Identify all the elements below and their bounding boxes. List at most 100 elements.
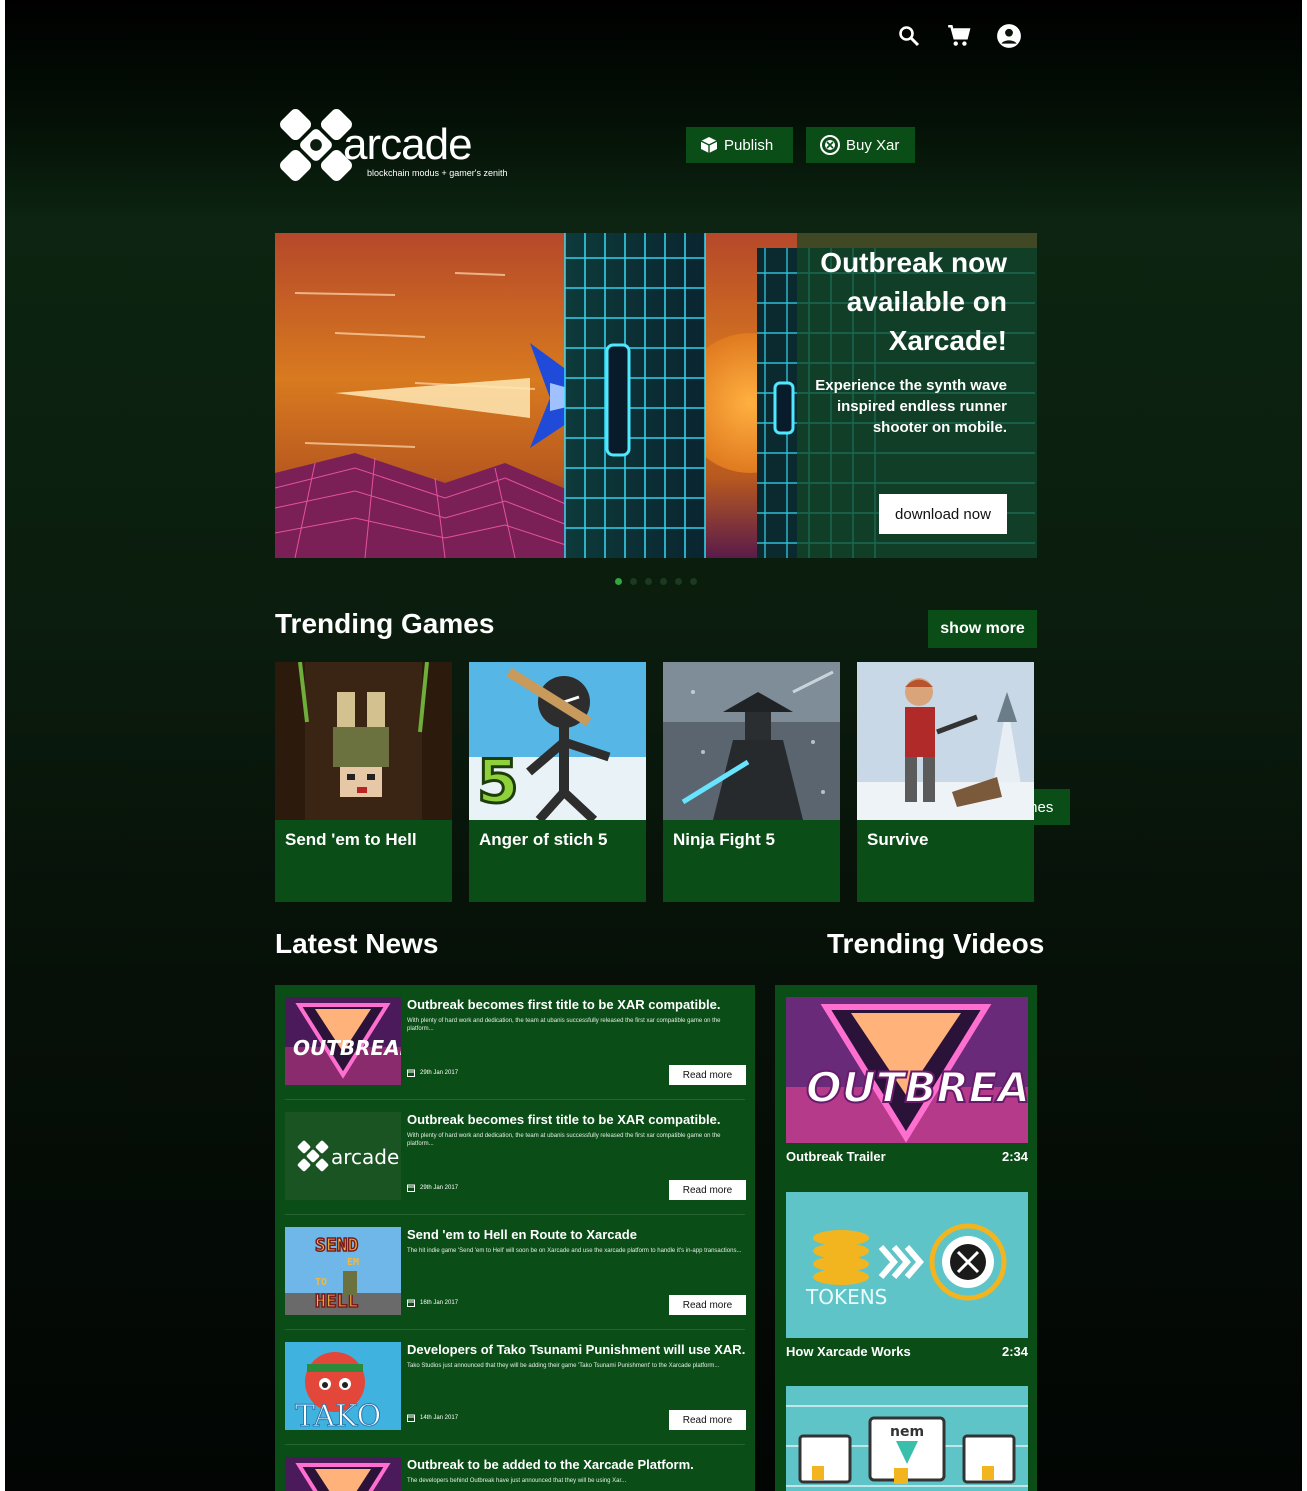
game-card[interactable]: Ninja Fight 5 xyxy=(663,662,840,902)
game-thumbnail xyxy=(857,662,1034,820)
news-date: 14th Jan 2017 xyxy=(407,1414,458,1422)
video-thumbnail[interactable]: TOKENS xyxy=(786,1192,1028,1338)
main-nav: Games Publish Buy Xar xyxy=(686,127,1070,825)
game-title: Send 'em to Hell xyxy=(285,830,417,849)
page-border-left xyxy=(0,0,5,1491)
video-duration: 2:34 xyxy=(1001,1344,1028,1359)
news-thumbnail: TAKO xyxy=(285,1342,401,1430)
news-headline: Outbreak to be added to the Xarcade Plat… xyxy=(407,1457,694,1472)
news-date: 16th Jan 2017 xyxy=(407,1299,458,1307)
news-item[interactable]: OUTBREAK Outbreak becomes first title to… xyxy=(275,985,755,1100)
news-item[interactable]: SEND EM TO HELL Send 'em to Hell en Rout… xyxy=(275,1215,755,1330)
news-thumbnail: OUTBREAK xyxy=(285,997,401,1085)
news-headline: Developers of Tako Tsunami Punishment wi… xyxy=(407,1342,746,1357)
video-duration: 2:34 xyxy=(1001,1149,1028,1164)
game-title: Anger of stich 5 xyxy=(479,830,608,849)
cart-icon[interactable] xyxy=(945,22,973,50)
download-now-button[interactable]: download now xyxy=(879,494,1007,534)
game-title: Survive xyxy=(867,830,929,849)
video-thumb-text: nem xyxy=(890,1424,924,1440)
hero-banner[interactable]: Outbreak now available on Xarcade! Exper… xyxy=(275,233,1037,558)
game-thumbnail xyxy=(275,662,452,820)
xarcade-logo-text: arcade xyxy=(331,1145,399,1169)
nav-publish-label: Publish xyxy=(724,136,774,154)
video-item[interactable]: nem xyxy=(786,1386,1028,1491)
trending-videos-heading: Trending Videos xyxy=(827,928,1045,959)
news-date-text: 14th Jan 2017 xyxy=(420,1415,459,1421)
calendar-icon xyxy=(407,1299,415,1307)
coin-icon xyxy=(820,135,840,155)
game-card[interactable]: Send 'em to Hell xyxy=(275,662,452,902)
video-thumb-text: TOKENS xyxy=(805,1285,887,1309)
video-title: How Xarcade Works xyxy=(786,1344,911,1359)
news-headline: Outbreak becomes first title to be XAR c… xyxy=(407,1112,721,1127)
tako-logo-text: TAKO xyxy=(295,1399,381,1430)
video-item[interactable]: TOKENS How Xarcade Works 2:34 xyxy=(786,1192,1028,1359)
game-thumbnail: 5 xyxy=(469,662,646,820)
news-date-text: 29th Jan 2017 xyxy=(420,1070,459,1076)
cube-icon xyxy=(700,137,718,153)
trending-games-grid: Send 'em to Hell 5 Anger of stich 5 Ninj… xyxy=(275,662,1034,902)
read-more-button[interactable]: Read more xyxy=(669,1410,746,1430)
video-thumbnail[interactable]: nem xyxy=(786,1386,1028,1491)
to-logo-text: TO xyxy=(315,1277,327,1288)
news-item[interactable]: TAKO Developers of Tako Tsunami Punishme… xyxy=(275,1330,755,1445)
read-more-button[interactable]: Read more xyxy=(669,1065,746,1085)
calendar-icon xyxy=(407,1069,415,1077)
show-more-button[interactable]: show more xyxy=(928,610,1037,648)
video-item[interactable]: OUTBREAK Outbreak Trailer 2:34 xyxy=(786,997,1028,1164)
carousel-dot[interactable] xyxy=(660,578,667,585)
game-title: Ninja Fight 5 xyxy=(673,830,775,849)
latest-news-list: OUTBREAK Outbreak becomes first title to… xyxy=(275,985,755,1491)
news-date-text: 29th Jan 2017 xyxy=(420,1185,459,1191)
game-thumbnail xyxy=(663,662,840,820)
hero-title: Outbreak now available on Xarcade! xyxy=(820,247,1007,356)
read-more-button[interactable]: Read more xyxy=(669,1180,746,1200)
nav-publish-button[interactable]: Publish xyxy=(686,127,793,163)
hero-description: Experience the synth wave inspired endle… xyxy=(815,377,1007,436)
trending-games-heading: Trending Games xyxy=(275,608,495,639)
news-thumbnail: SEND EM TO HELL xyxy=(285,1227,401,1315)
video-thumbnail[interactable]: OUTBREAK xyxy=(786,997,1028,1143)
read-more-button[interactable]: Read more xyxy=(669,1295,746,1315)
nav-buy-xar-label: Buy Xar xyxy=(846,136,900,154)
news-thumbnail xyxy=(285,1457,401,1491)
news-summary: The developers behind Outbreak have just… xyxy=(407,1478,627,1484)
news-date: 29th Jan 2017 xyxy=(407,1069,458,1077)
news-date-text: 16th Jan 2017 xyxy=(420,1300,459,1306)
send-logo-text: SEND xyxy=(315,1235,359,1256)
search-icon[interactable] xyxy=(895,22,923,50)
nav-buy-xar-button[interactable]: Buy Xar xyxy=(806,127,915,163)
page-border-right xyxy=(1302,0,1307,1491)
carousel-dot[interactable] xyxy=(630,578,637,585)
game-card[interactable]: 5 Anger of stich 5 xyxy=(469,662,646,902)
xarcade-logo[interactable]: arcade blockchain modus + gamer's zenith xyxy=(277,106,517,186)
news-summary: Tako Studios just announced that they wi… xyxy=(407,1363,720,1369)
game-card[interactable]: Survive xyxy=(857,662,1034,902)
logo-wordmark: arcade xyxy=(343,120,473,169)
carousel-dot[interactable] xyxy=(645,578,652,585)
account-icon[interactable] xyxy=(995,22,1023,50)
news-headline: Outbreak becomes first title to be XAR c… xyxy=(407,997,721,1012)
logo-tagline: blockchain modus + gamer's zenith xyxy=(367,168,508,178)
news-item[interactable]: arcade Outbreak becomes first title to b… xyxy=(275,1100,755,1215)
news-summary: With plenty of hard work and dedication,… xyxy=(407,1133,721,1147)
latest-news-heading: Latest News xyxy=(275,928,439,959)
calendar-icon xyxy=(407,1414,415,1422)
em-logo-text: EM xyxy=(347,1257,359,1268)
outbreak-logo-text: OUTBREAK xyxy=(293,1036,401,1060)
carousel-dot[interactable] xyxy=(675,578,682,585)
carousel-dot[interactable] xyxy=(690,578,697,585)
news-thumbnail: arcade xyxy=(285,1112,401,1200)
carousel-dot[interactable] xyxy=(615,578,622,585)
video-title: Outbreak Trailer xyxy=(786,1149,886,1164)
video-meta: Outbreak Trailer 2:34 xyxy=(786,1143,1028,1164)
news-headline: Send 'em to Hell en Route to Xarcade xyxy=(407,1227,637,1242)
calendar-icon xyxy=(407,1184,415,1192)
trending-videos-list: OUTBREAK Outbreak Trailer 2:34 TOKENS Ho… xyxy=(775,985,1037,1491)
news-item[interactable]: Outbreak to be added to the Xarcade Plat… xyxy=(275,1445,755,1491)
top-utility-icons xyxy=(895,22,1023,50)
carousel-dots xyxy=(615,578,697,585)
news-summary: The hit indie game 'Send 'em to Hell' wi… xyxy=(407,1248,742,1254)
news-date: 29th Jan 2017 xyxy=(407,1184,458,1192)
